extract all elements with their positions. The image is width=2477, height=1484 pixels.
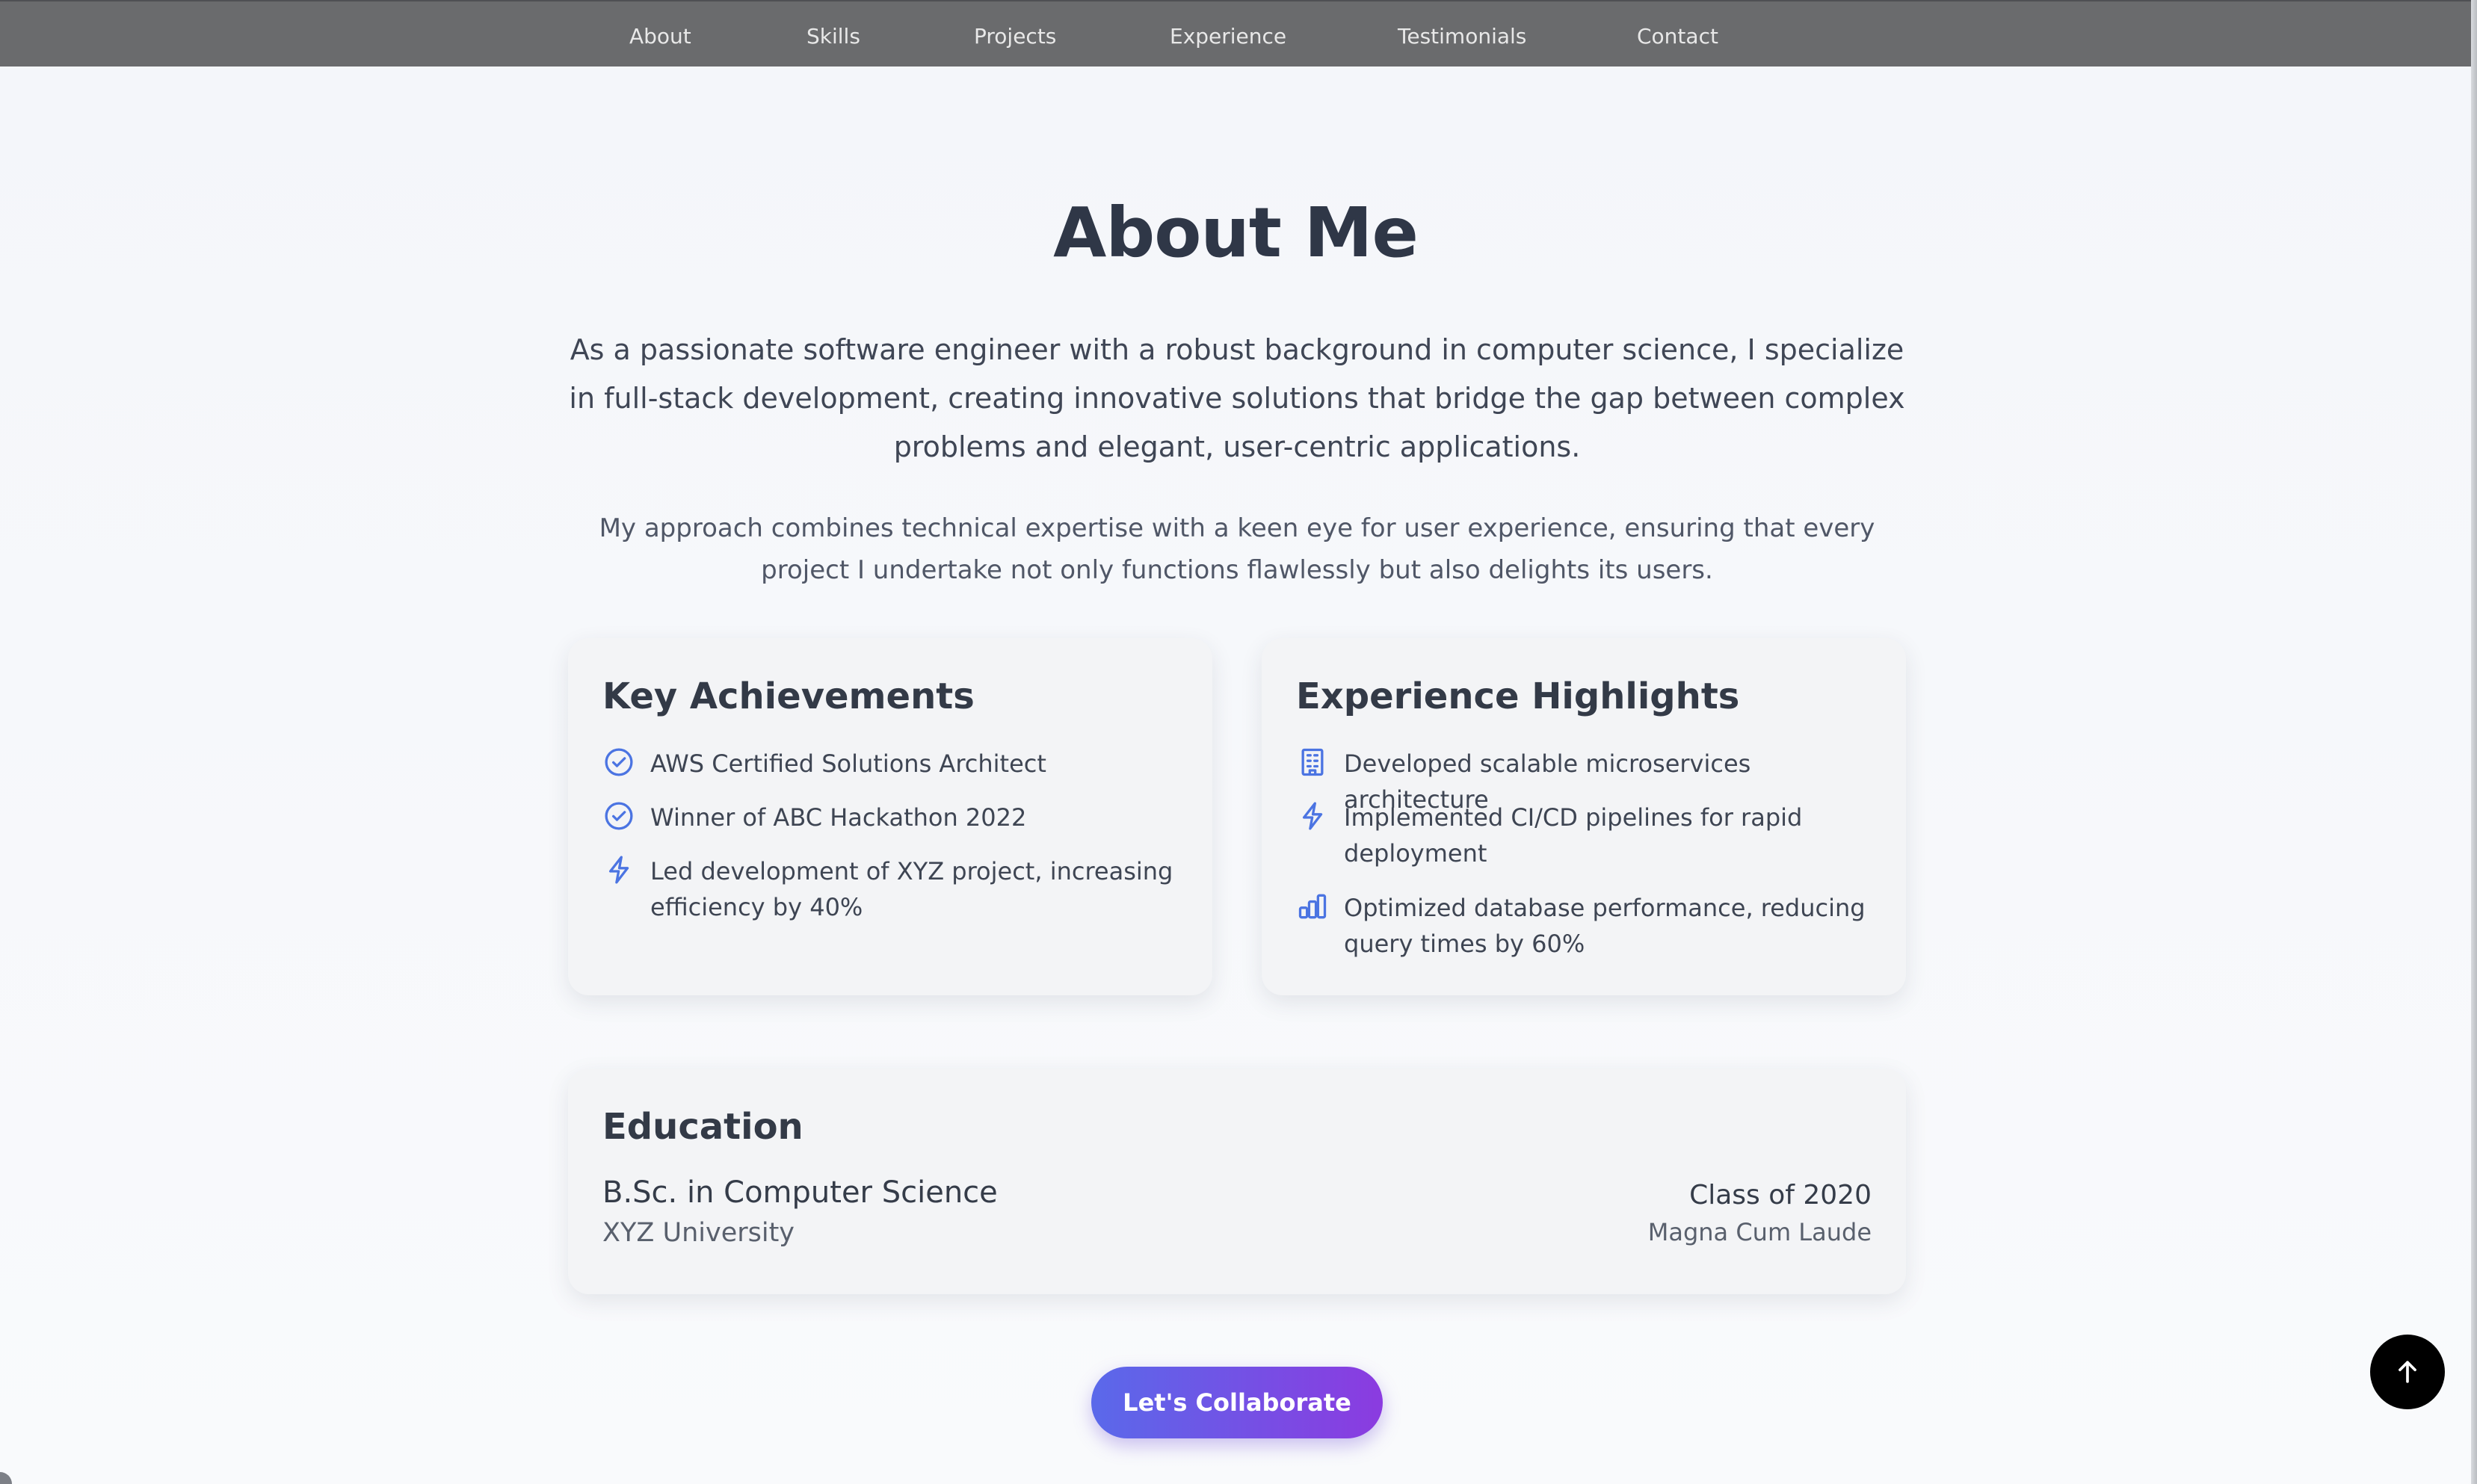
scrollbar-track[interactable] — [2471, 0, 2477, 1484]
top-navigation: About Skills Projects Experience Testimo… — [0, 0, 2471, 67]
achievement-text: AWS Certified Solutions Architect — [650, 749, 1046, 778]
education-card: Education B.Sc. in Computer Science XYZ … — [568, 1069, 1906, 1294]
degree-title: B.Sc. in Computer Science — [602, 1175, 998, 1210]
nav-about-link[interactable]: About — [629, 24, 691, 49]
building-icon — [1296, 746, 1329, 779]
experience-item: Implemented CI/CD pipelines for rapid de… — [1296, 800, 1876, 871]
intro-paragraph: As a passionate software engineer with a… — [569, 333, 1905, 463]
key-achievements-heading: Key Achievements — [602, 675, 975, 717]
lightning-icon — [1296, 800, 1329, 832]
bar-chart-icon — [1296, 890, 1329, 923]
experience-highlights-heading: Experience Highlights — [1296, 675, 1740, 717]
experience-text: Implemented CI/CD pipelines for rapid de… — [1344, 803, 1803, 868]
experience-highlights-card: Experience Highlights Developed scalable… — [1262, 638, 1906, 995]
window-corner — [0, 1472, 12, 1484]
nav-projects-link[interactable]: Projects — [974, 24, 1056, 49]
scroll-to-top-button[interactable] — [2370, 1335, 2445, 1409]
check-circle-icon — [602, 800, 635, 832]
education-heading: Education — [602, 1106, 803, 1148]
nav-testimonials-link[interactable]: Testimonials — [1398, 24, 1526, 49]
academic-honor: Magna Cum Laude — [1647, 1218, 1872, 1246]
arrow-up-icon — [2399, 1361, 2416, 1383]
achievement-text: Led development of XYZ project, increasi… — [650, 857, 1173, 921]
experience-item: Optimized database performance, reducing… — [1296, 890, 1876, 962]
check-circle-icon — [602, 746, 635, 779]
lets-collaborate-button[interactable]: Let's Collaborate — [1091, 1367, 1383, 1438]
page-title: About Me — [1053, 192, 1419, 273]
nav-experience-link[interactable]: Experience — [1170, 24, 1286, 49]
lightning-icon — [602, 853, 635, 886]
key-achievements-card: Key Achievements AWS Certified Solutions… — [568, 638, 1212, 995]
achievement-text: Winner of ABC Hackathon 2022 — [650, 803, 1027, 832]
about-page: About Skills Projects Experience Testimo… — [0, 0, 2477, 1484]
nav-contact-link[interactable]: Contact — [1637, 24, 1718, 49]
university-name: XYZ University — [602, 1218, 795, 1248]
achievement-item: Led development of XYZ project, increasi… — [602, 853, 1182, 925]
experience-text: Optimized database performance, reducing… — [1344, 894, 1866, 958]
nav-skills-link[interactable]: Skills — [806, 24, 860, 49]
graduation-class: Class of 2020 — [1689, 1180, 1872, 1211]
approach-paragraph: My approach combines technical expertise… — [599, 513, 1875, 585]
